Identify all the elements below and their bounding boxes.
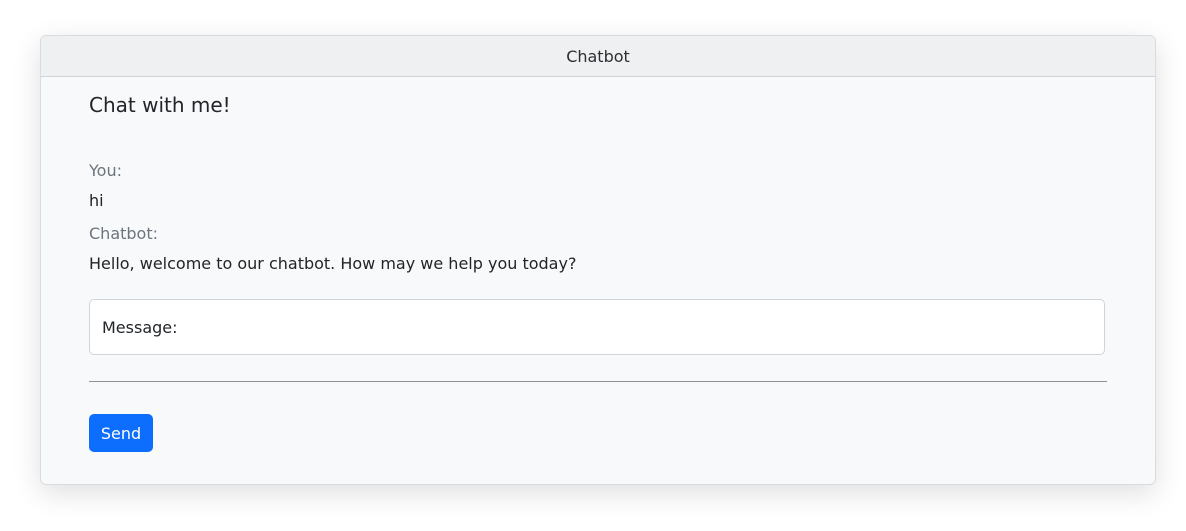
message-text-bot: Hello, welcome to our chatbot. How may w… [89,254,577,273]
message-text-user: hi [89,191,104,210]
message-field[interactable]: Message: [89,299,1105,355]
message-label: Message: [102,317,178,337]
send-button[interactable]: Send [89,414,153,452]
divider [89,381,1107,382]
card-header: Chatbot [41,36,1155,77]
message-input[interactable] [177,299,1104,355]
chatbot-card: Chatbot Chat with me! You: hi Chatbot: H… [40,35,1156,485]
message-speaker-bot: Chatbot: [89,224,158,243]
card-header-title: Chatbot [566,46,630,66]
message-speaker-user: You: [89,161,122,180]
chat-heading: Chat with me! [89,93,231,117]
